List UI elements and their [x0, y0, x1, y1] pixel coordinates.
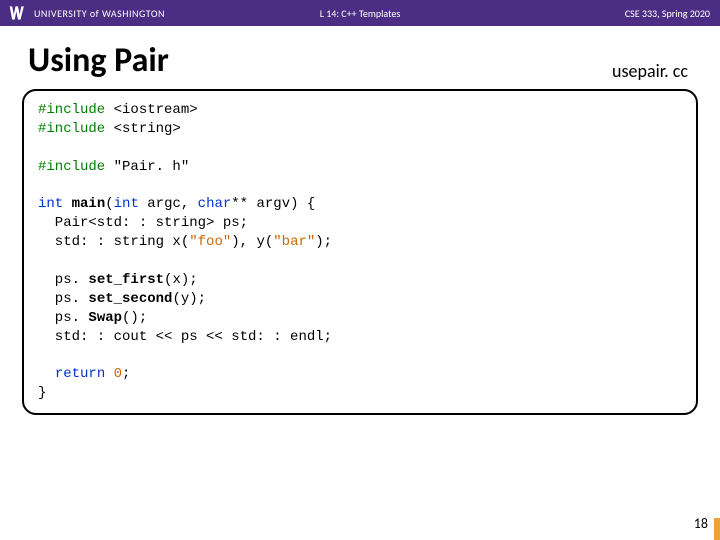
- lecture-label: L 14: C++ Templates: [320, 7, 401, 20]
- filename-label: usepair. cc: [612, 60, 688, 82]
- page-number: 18: [694, 515, 708, 532]
- course-label: CSE 333, Spring 2020: [625, 7, 710, 20]
- code-box: #include <iostream> #include <string> #i…: [22, 89, 698, 415]
- slide-header: UNIVERSITY of WASHINGTON L 14: C++ Templ…: [0, 0, 720, 26]
- uw-logo: [6, 1, 30, 25]
- accent-bar: [714, 518, 720, 540]
- university-name: UNIVERSITY of WASHINGTON: [34, 7, 165, 20]
- code-content: #include <iostream> #include <string> #i…: [38, 101, 682, 403]
